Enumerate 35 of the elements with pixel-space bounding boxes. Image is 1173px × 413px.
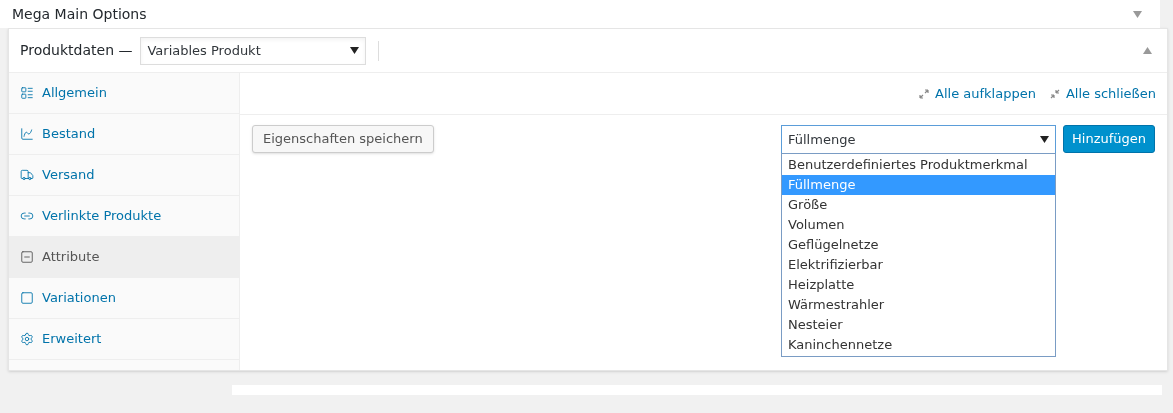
dropdown-caret-icon[interactable] xyxy=(350,47,360,54)
panel-title: Mega Main Options xyxy=(12,4,147,24)
sidebar-tab[interactable]: Variationen xyxy=(9,278,239,319)
box-icon xyxy=(20,250,34,264)
expand-all-link[interactable]: Alle aufklappen xyxy=(919,83,1036,104)
dropdown-caret-icon[interactable] xyxy=(1040,136,1049,143)
dropdown-option[interactable]: Nesteier xyxy=(782,315,1055,335)
section-title: Produktdaten — xyxy=(20,41,133,60)
sidebar-tab[interactable]: Allgemein xyxy=(9,73,239,114)
close-all-link[interactable]: Alle schließen xyxy=(1049,83,1156,104)
product-type-select[interactable]: Variables Produkt xyxy=(140,36,367,65)
add-button[interactable]: Hinzufügen xyxy=(1063,125,1155,153)
collapse-icon xyxy=(1049,88,1060,99)
dropdown-option[interactable]: Volumen xyxy=(782,215,1055,235)
dropdown-option[interactable]: Heizplatte xyxy=(782,275,1055,295)
sidebar-tab[interactable]: Bestand xyxy=(9,114,239,155)
dropdown-option[interactable]: Benutzerdefiniertes Produktmerkmal xyxy=(782,155,1055,175)
dropdown-option[interactable]: Geflügelnetze xyxy=(782,235,1055,255)
gear-icon xyxy=(20,332,34,346)
sidebar-tab[interactable]: Attribute xyxy=(9,237,239,278)
sidebar-tab[interactable]: Versand xyxy=(9,155,239,196)
dropdown-option[interactable]: Kaninchennetze xyxy=(782,335,1055,355)
dropdown-option[interactable]: Elektrifizierbar xyxy=(782,255,1055,275)
list-icon xyxy=(20,86,34,100)
save-attributes-button[interactable]: Eigenschaften speichern xyxy=(252,125,434,153)
truck-icon xyxy=(20,168,34,182)
chart-icon xyxy=(20,127,34,141)
link-icon xyxy=(20,209,34,223)
expand-icon xyxy=(919,88,930,99)
window-icon xyxy=(20,291,34,305)
collapse-toggle-icon[interactable] xyxy=(1133,10,1142,18)
collapse-toggle-icon[interactable] xyxy=(1143,47,1152,54)
dropdown-option[interactable]: Größe xyxy=(782,195,1055,215)
sidebar-tab[interactable]: Erweitert xyxy=(9,319,239,360)
dropdown-option[interactable]: Wärmestrahler xyxy=(782,295,1055,315)
